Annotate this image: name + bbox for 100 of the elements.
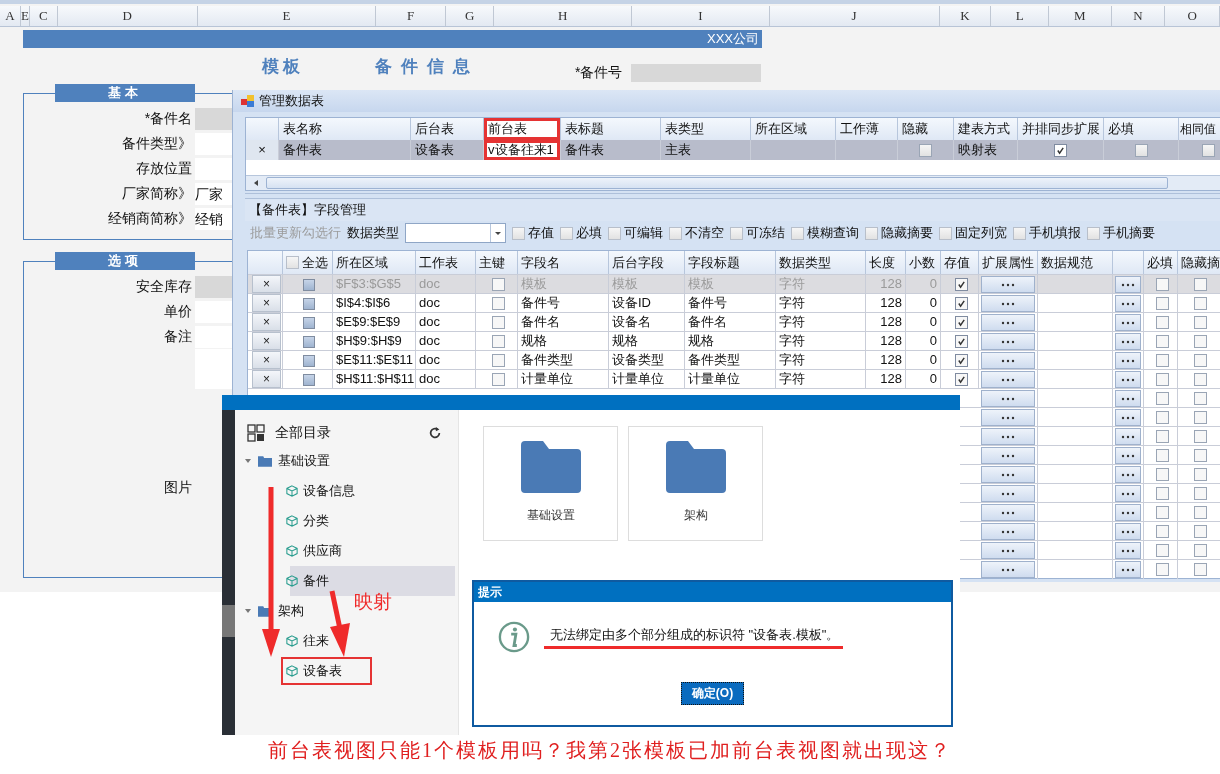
row-marker[interactable]: ×	[246, 140, 279, 160]
column-header[interactable]: G	[446, 6, 495, 26]
checkbox[interactable]	[1194, 468, 1207, 481]
tree-item[interactable]: 基础设置	[278, 452, 330, 470]
checkbox[interactable]	[1155, 354, 1169, 367]
input-field[interactable]	[195, 300, 232, 323]
input-field[interactable]: 厂家	[195, 182, 232, 205]
refresh-icon[interactable]	[428, 426, 442, 440]
column-header[interactable]: O	[1165, 6, 1220, 26]
input-field[interactable]	[631, 64, 761, 82]
checkbox[interactable]	[1155, 487, 1169, 500]
checkbox[interactable]	[1155, 525, 1169, 538]
ellipsis-button[interactable]	[1115, 523, 1141, 540]
checkbox[interactable]	[954, 354, 968, 367]
checkbox[interactable]	[1194, 563, 1207, 576]
row-select-box[interactable]	[303, 354, 315, 367]
checkbox[interactable]	[1155, 297, 1169, 310]
checkbox[interactable]	[1155, 373, 1169, 386]
checkbox[interactable]	[1202, 143, 1215, 157]
checkbox[interactable]	[1194, 392, 1207, 405]
column-header[interactable]: E	[197, 6, 376, 26]
checkbox[interactable]	[954, 316, 968, 329]
checkbox[interactable]	[491, 335, 505, 348]
tree-item[interactable]: 架构	[278, 602, 304, 620]
ellipsis-button[interactable]	[1115, 390, 1141, 407]
checkbox[interactable]	[669, 226, 682, 240]
checkbox[interactable]	[1194, 544, 1207, 557]
checkbox[interactable]	[954, 335, 968, 348]
checkbox[interactable]	[491, 297, 505, 310]
checkbox[interactable]	[1155, 411, 1169, 424]
ellipsis-button[interactable]	[1115, 466, 1141, 483]
row-select-box[interactable]	[303, 335, 315, 348]
checkbox[interactable]	[1155, 544, 1169, 557]
checkbox[interactable]	[1194, 525, 1207, 538]
checkbox[interactable]	[286, 256, 299, 269]
scroll-left-icon[interactable]	[252, 179, 260, 187]
checkbox[interactable]	[1194, 487, 1207, 500]
checkbox[interactable]	[1087, 226, 1100, 240]
checkbox[interactable]	[1194, 449, 1207, 462]
checkbox[interactable]	[1155, 449, 1169, 462]
checkbox[interactable]	[1155, 563, 1169, 576]
row-select-box[interactable]	[303, 373, 315, 386]
scrollbar[interactable]	[246, 175, 1220, 190]
checkbox[interactable]	[1155, 506, 1169, 519]
checkbox[interactable]	[512, 226, 525, 240]
checkbox[interactable]	[1155, 316, 1169, 329]
column-header[interactable]: E	[20, 6, 30, 26]
tree-item[interactable]: 分类	[303, 512, 329, 530]
input-field[interactable]: 经销	[195, 207, 232, 230]
column-header[interactable]: I	[632, 6, 770, 26]
ellipsis-button[interactable]	[1115, 542, 1141, 559]
checkbox[interactable]	[954, 373, 968, 386]
column-header[interactable]: K	[939, 6, 992, 26]
checkbox[interactable]	[1194, 316, 1207, 329]
checkbox[interactable]	[491, 354, 505, 367]
column-header[interactable]: F	[375, 6, 447, 26]
tree-item[interactable]: 供应商	[303, 542, 342, 560]
folder-card[interactable]: 基础设置	[483, 426, 618, 541]
checkbox[interactable]	[954, 297, 968, 310]
column-header[interactable]: 前台表	[484, 118, 561, 140]
tree-item[interactable]: 往来	[303, 632, 329, 650]
delete-row-button[interactable]: ×	[252, 351, 281, 369]
checkbox[interactable]	[1194, 354, 1207, 367]
column-header[interactable]: A	[0, 6, 21, 26]
input-field[interactable]	[195, 157, 232, 180]
column-header[interactable]: D	[57, 6, 198, 26]
checkbox[interactable]	[1194, 373, 1207, 386]
splitter-handle[interactable]	[245, 193, 1220, 199]
column-header[interactable]: N	[1111, 6, 1166, 26]
image-field[interactable]	[195, 349, 232, 389]
checkbox[interactable]	[1194, 335, 1207, 348]
delete-row-button[interactable]: ×	[252, 294, 281, 312]
checkbox[interactable]	[1134, 143, 1148, 157]
delete-row-button[interactable]: ×	[252, 332, 281, 350]
tree-item[interactable]: 备件	[303, 572, 329, 590]
checkbox[interactable]	[939, 226, 952, 240]
checkbox[interactable]	[1155, 468, 1169, 481]
column-header[interactable]: C	[29, 6, 58, 26]
checkbox[interactable]	[1155, 392, 1169, 405]
ellipsis-button[interactable]	[1115, 561, 1141, 578]
delete-row-button[interactable]: ×	[252, 313, 281, 331]
ellipsis-button[interactable]	[1115, 428, 1141, 445]
checkbox[interactable]	[1054, 143, 1067, 157]
ellipsis-button[interactable]	[1115, 295, 1141, 312]
input-field[interactable]	[195, 132, 232, 155]
checkbox[interactable]	[730, 226, 743, 240]
ellipsis-button[interactable]	[1115, 314, 1141, 331]
column-header[interactable]: H	[494, 6, 633, 26]
ok-button[interactable]: 确定(O)	[680, 682, 745, 705]
input-field[interactable]	[195, 275, 232, 298]
checkbox[interactable]	[1194, 506, 1207, 519]
ellipsis-button[interactable]	[1115, 352, 1141, 369]
ellipsis-button[interactable]	[1115, 333, 1141, 350]
column-header[interactable]: J	[769, 6, 940, 26]
row-select-box[interactable]	[303, 297, 315, 310]
checkbox[interactable]	[1194, 297, 1207, 310]
ellipsis-button[interactable]	[1115, 447, 1141, 464]
checkbox[interactable]	[608, 226, 621, 240]
row-select-box[interactable]	[303, 316, 315, 329]
checkbox[interactable]	[1194, 430, 1207, 443]
